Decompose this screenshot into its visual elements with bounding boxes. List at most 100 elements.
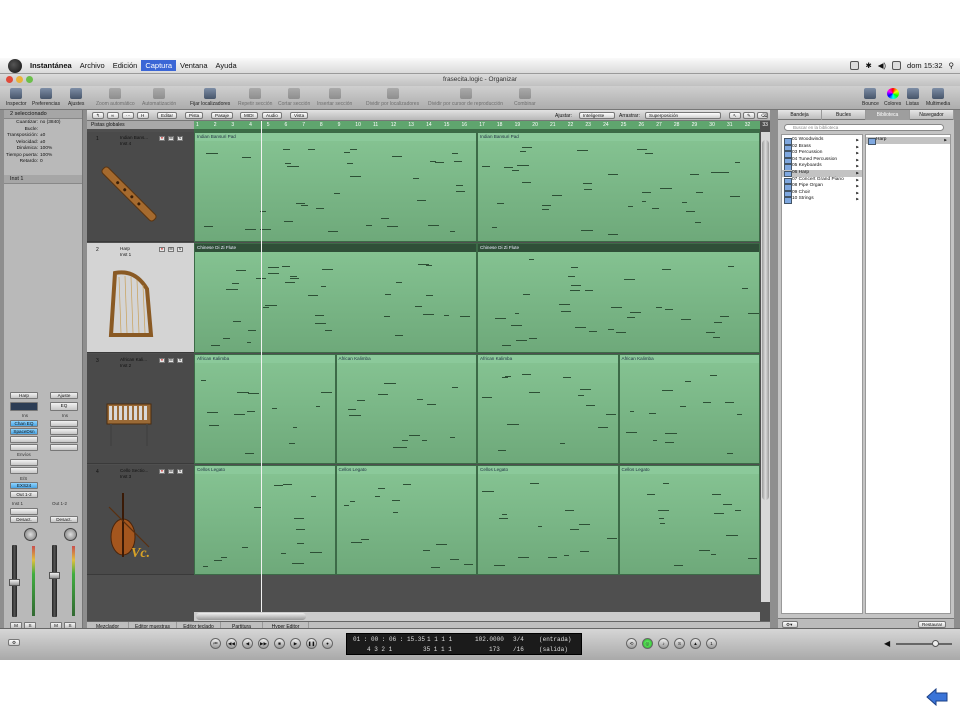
horizontal-scrollbar[interactable] <box>194 612 760 621</box>
cycle-button[interactable]: ⟲ <box>626 638 637 649</box>
midi-region[interactable]: Cellos Legato <box>477 465 619 575</box>
solo-track-icon[interactable]: S <box>177 358 183 363</box>
send-slot-2[interactable] <box>10 467 38 474</box>
record-enable-icon[interactable]: ● <box>159 469 165 474</box>
param-row[interactable]: Retardo: 0 <box>4 159 82 166</box>
volume-fader[interactable] <box>9 579 20 586</box>
library-search-input[interactable]: Buscar en la biblioteca <box>784 124 944 131</box>
bounce-button[interactable]: Bounce <box>862 88 879 107</box>
bluetooth-icon[interactable]: ✱ <box>865 61 871 70</box>
midi-region[interactable]: African Kalimba <box>335 354 477 464</box>
menu-edicion[interactable]: Edición <box>109 60 142 71</box>
menu-app[interactable]: Instantánea <box>26 60 76 71</box>
insert-spacedsn[interactable]: SpaceDsn <box>10 428 38 435</box>
menu-editar[interactable]: Editar <box>157 112 178 119</box>
midi-region[interactable]: Chinese Di Zi Flute <box>477 243 760 353</box>
drag-mode-select[interactable]: Superposición <box>645 112 721 119</box>
library-folder[interactable]: 08 Pipe Organ <box>782 183 862 191</box>
midi-region[interactable]: Chinese Di Zi Flute <box>194 243 477 353</box>
volume-fader-2[interactable] <box>49 572 60 579</box>
inspector-button[interactable]: Inspector <box>6 88 27 107</box>
link-icon[interactable]: ∞ <box>107 112 119 119</box>
track-header-1[interactable]: 1 Indian Bans... Inst 4 ● M S <box>87 132 194 242</box>
vertical-scrollbar[interactable] <box>761 132 770 602</box>
midi-region[interactable]: Cellos Legato <box>335 465 477 575</box>
automation-button[interactable]: Automatización <box>142 88 176 107</box>
insert-slot-6[interactable] <box>50 444 78 451</box>
insert-slot-4[interactable] <box>50 436 78 443</box>
insert-slot-3[interactable] <box>10 436 38 443</box>
input-exs24[interactable]: EXS24 <box>10 482 38 489</box>
automation-off-button-2[interactable]: Desact. <box>50 516 78 523</box>
menu-pasaje[interactable]: Pasaje <box>211 112 234 119</box>
set-locators-button[interactable]: Fijar localizadores <box>190 88 230 107</box>
menu-audio[interactable]: Audio <box>262 112 282 119</box>
library-folder[interactable]: 06 Harp <box>782 169 862 178</box>
midi-region[interactable]: African Kalimba <box>618 354 760 464</box>
output-button[interactable]: Out 1-2 <box>10 491 38 498</box>
insert-slot-2[interactable] <box>50 428 78 435</box>
replace-button[interactable]: ◎ <box>642 638 653 649</box>
record-enable-icon[interactable]: ● <box>159 247 165 252</box>
tab-navegador[interactable]: Navegador <box>910 110 954 120</box>
display-icon[interactable] <box>892 61 902 70</box>
eq-button[interactable]: EQ <box>50 402 78 411</box>
bar-ruler[interactable]: 1 2 3 4 5 6 7 8 9 10 11 12 13 14 15 16 17 18 19 20 21 22 23 24 2… <box>194 121 768 129</box>
library-folder[interactable]: 03 Percussion <box>782 150 862 158</box>
minimize-icon[interactable] <box>16 76 23 83</box>
mute-track-icon[interactable]: M <box>168 247 174 252</box>
automation-off-button[interactable]: Desact. <box>10 516 38 523</box>
flex-icon[interactable]: ⋯ <box>122 112 134 119</box>
horizontal-scroll-thumb[interactable] <box>196 613 306 620</box>
status-icon[interactable] <box>850 61 860 70</box>
record-button[interactable]: ● <box>322 638 333 649</box>
lists-button[interactable]: Listas <box>906 88 919 107</box>
track-name[interactable]: Harp Inst 1 <box>120 246 131 257</box>
tab-bandeja[interactable]: Bandeja <box>778 110 822 120</box>
vertical-scroll-thumb[interactable] <box>762 140 769 500</box>
record-enable-icon[interactable]: ● <box>159 358 165 363</box>
tuner-button[interactable]: ♪ <box>658 638 669 649</box>
countin-button[interactable]: 1 <box>706 638 717 649</box>
midi-region[interactable]: African Kalimba <box>477 354 619 464</box>
track-header-3[interactable]: 3 African Kali... Inst 2 ● M S <box>87 354 194 464</box>
master-volume-thumb[interactable] <box>932 640 939 647</box>
go-to-start-button[interactable]: ⏮ <box>210 638 221 649</box>
insert-slot-5[interactable] <box>10 444 38 451</box>
midi-region[interactable]: Indian Bansuri Pad <box>194 132 477 242</box>
region-params-header[interactable]: 2 seleccionado <box>4 110 82 119</box>
insert-section-button[interactable]: Insertar sección <box>317 88 352 107</box>
midi-region[interactable]: Indian Bansuri Pad <box>477 132 760 242</box>
midi-region[interactable]: Cellos Legato <box>194 465 336 575</box>
eraser-tool-icon[interactable]: ⌫ <box>757 112 768 119</box>
insert-slot-1[interactable] <box>50 420 78 427</box>
zoom-icon[interactable] <box>26 76 33 83</box>
tab-bucles[interactable]: Bucles <box>822 110 866 120</box>
preferences-button[interactable]: Preferencias <box>32 88 60 107</box>
patch-harp[interactable]: Harp <box>866 137 950 145</box>
track-params-header[interactable]: Inst 1 <box>4 174 82 184</box>
insert-chan-eq[interactable]: Chan EQ <box>10 420 38 427</box>
restore-button[interactable]: Restaurar <box>918 621 947 628</box>
menu-midi[interactable]: MIDI <box>240 112 258 119</box>
clock[interactable]: dom 15:32 <box>907 61 942 70</box>
record-enable-icon[interactable]: ● <box>159 136 165 141</box>
midi-region[interactable]: African Kalimba <box>194 354 336 464</box>
track-name[interactable]: African Kali... Inst 2 <box>120 357 147 368</box>
split-playhead-button[interactable]: Dividir por cursor de reproducción <box>428 88 503 107</box>
mute-track-icon[interactable]: M <box>168 136 174 141</box>
strip-name-harp[interactable]: Harp <box>10 392 38 399</box>
pause-button[interactable]: ❚❚ <box>306 638 317 649</box>
track-name[interactable]: Indian Bans... Inst 4 <box>120 135 148 146</box>
master-volume-slider[interactable] <box>896 643 952 645</box>
forward-button[interactable]: ▶▶ <box>258 638 269 649</box>
playhead[interactable] <box>261 121 262 621</box>
spotlight-icon[interactable]: ⚲ <box>949 61 955 70</box>
repeat-section-button[interactable]: Repetir sección <box>238 88 272 107</box>
auto-zoom-button[interactable]: Zoom automático <box>96 88 135 107</box>
menu-archivo[interactable]: Archivo <box>76 60 109 71</box>
send-slot-1[interactable] <box>10 459 38 466</box>
rewind-button[interactable]: ◀◀ <box>226 638 237 649</box>
metronome-button[interactable]: ▲ <box>690 638 701 649</box>
menu-pista[interactable]: Pista <box>185 112 204 119</box>
